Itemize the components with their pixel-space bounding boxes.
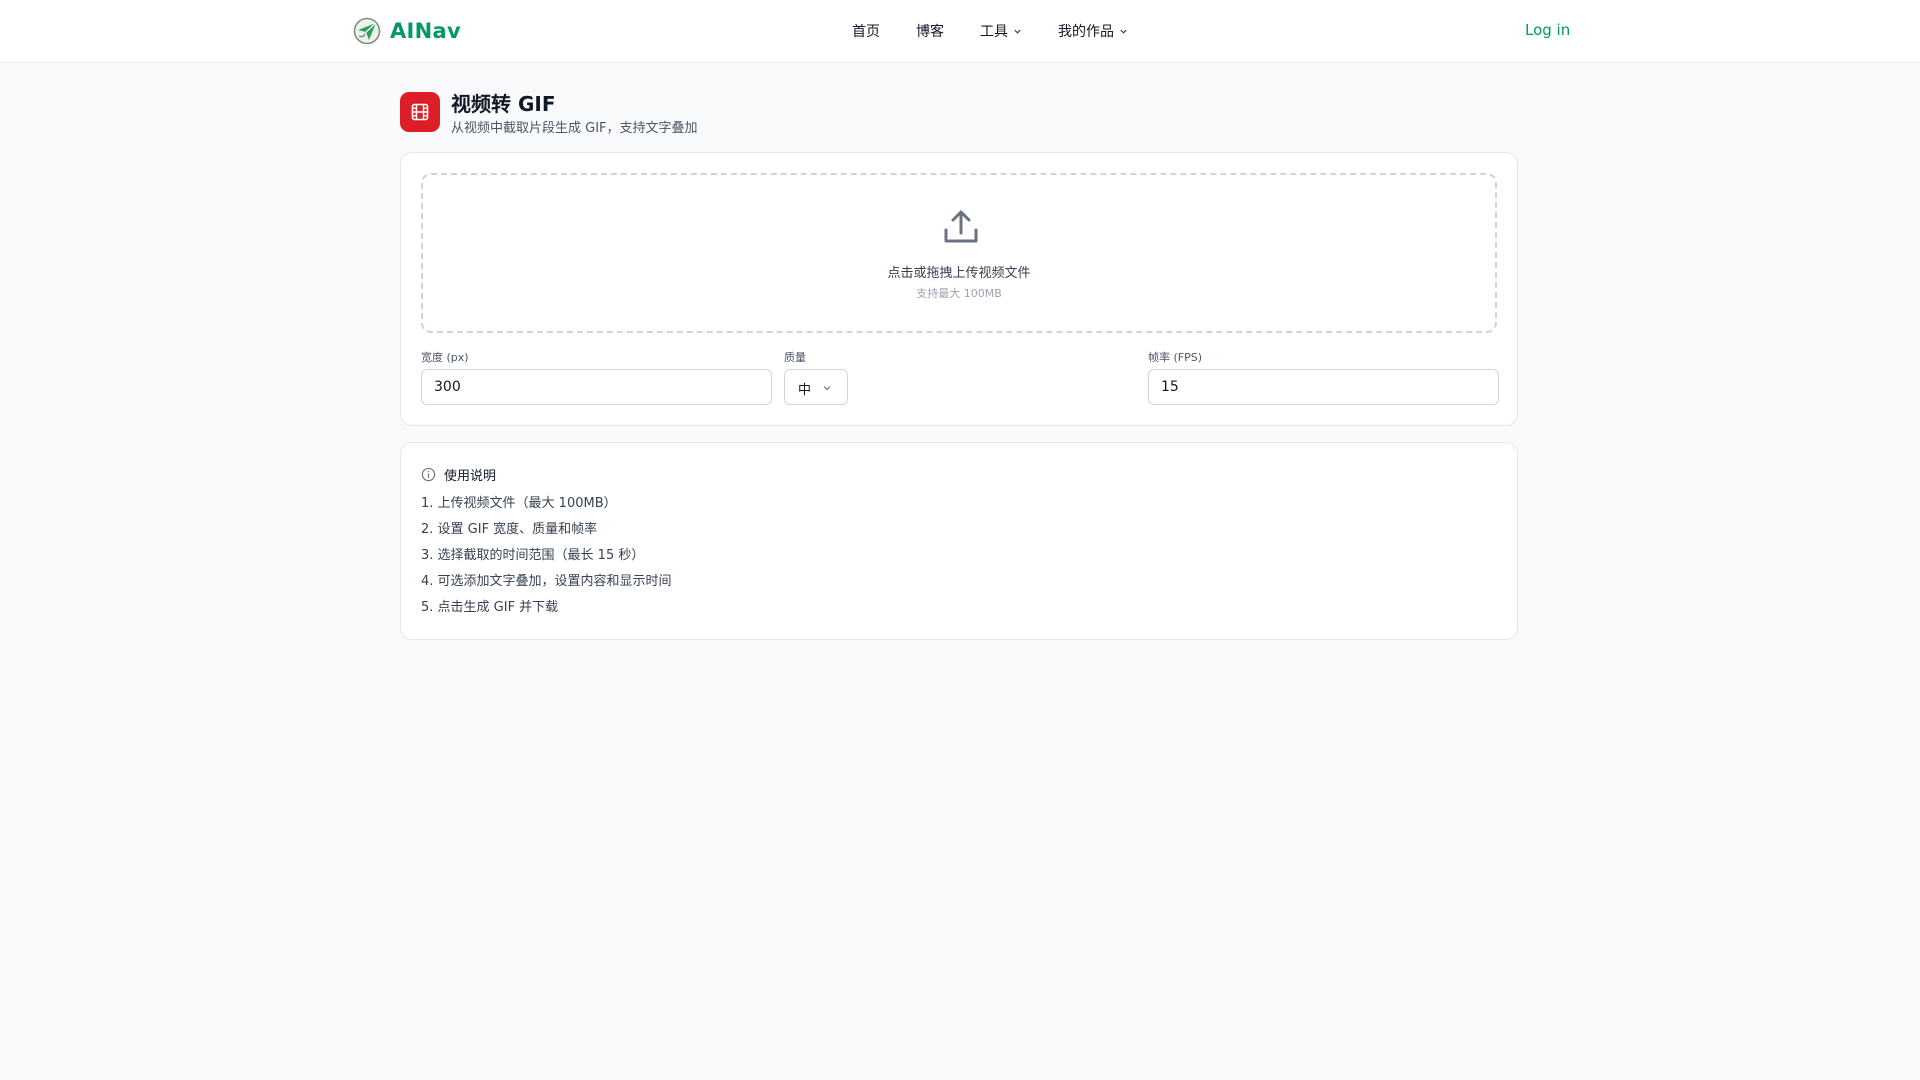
nav-item-label: 首页 [852,24,880,40]
fps-label: 帧率 (FPS) [1148,351,1203,364]
top-navigation-bar: AINav 首页 博客 工具 我的作品 Log in [0,0,1920,63]
page-title: 视频转 GIF [451,92,556,116]
brand-name: AINav [390,19,462,43]
nav-item-tools[interactable]: 工具 [980,21,1022,41]
nav-item-home[interactable]: 首页 [852,21,880,41]
upload-icon [944,210,978,243]
nav-item-blog[interactable]: 博客 [916,21,944,41]
info-icon [421,467,436,482]
instruction-step: 4. 可选添加文字叠加，设置内容和显示时间 [421,574,672,589]
instructions-list: 1. 上传视频文件（最大 100MB） 2. 设置 GIF 宽度、质量和帧率 3… [421,495,672,625]
chevron-down-icon [823,386,831,391]
upload-title: 点击或拖拽上传视频文件 [887,266,1031,281]
chevron-down-icon [1014,29,1021,34]
width-label: 宽度 (px) [421,351,469,364]
quality-selected-value: 中 [798,383,812,398]
instructions-header: 使用说明 [421,465,496,484]
instructions-title: 使用说明 [444,469,497,484]
quality-select[interactable]: 中 [784,369,848,405]
login-link[interactable]: Log in [1525,21,1570,39]
brand-logo-link[interactable]: AINav [353,17,461,45]
page-subtitle: 从视频中截取片段生成 GIF，支持文字叠加 [451,121,698,136]
chevron-down-icon [1120,29,1127,34]
instruction-step: 3. 选择截取的时间范围（最长 15 秒） [421,548,645,563]
fps-input[interactable] [1148,369,1499,405]
converter-card: 点击或拖拽上传视频文件 支持最大 100MB 宽度 (px) 质量 中 帧率 (… [400,152,1518,426]
nav-item-my-works[interactable]: 我的作品 [1058,21,1128,41]
quality-label: 质量 [784,351,806,364]
main-nav: 首页 博客 工具 我的作品 [852,21,1128,41]
paper-plane-logo-icon [353,17,381,45]
instruction-step: 5. 点击生成 GIF 并下载 [421,600,559,615]
width-input[interactable] [421,369,772,405]
nav-item-label: 我的作品 [1058,24,1114,40]
instructions-card: 使用说明 1. 上传视频文件（最大 100MB） 2. 设置 GIF 宽度、质量… [400,442,1518,640]
instruction-step: 2. 设置 GIF 宽度、质量和帧率 [421,522,598,537]
nav-item-label: 博客 [916,24,944,40]
tool-badge [400,92,440,132]
film-icon [411,103,429,121]
video-upload-dropzone[interactable]: 点击或拖拽上传视频文件 支持最大 100MB [421,173,1497,333]
instruction-step: 1. 上传视频文件（最大 100MB） [421,496,617,511]
upload-size-hint: 支持最大 100MB [916,287,1002,300]
nav-item-label: 工具 [980,24,1008,40]
